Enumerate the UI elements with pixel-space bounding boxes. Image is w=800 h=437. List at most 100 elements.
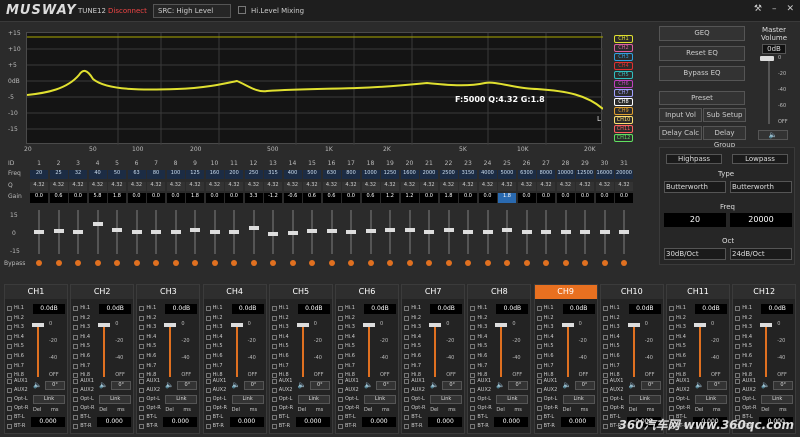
band-fader[interactable]: [326, 229, 337, 234]
band-bypass-toggle[interactable]: [406, 260, 413, 266]
input-checkbox[interactable]: [338, 373, 343, 379]
hp-oct-select[interactable]: 30dB/Oct: [664, 248, 726, 260]
channel-fader[interactable]: [164, 323, 177, 327]
link-button[interactable]: Link: [761, 395, 794, 404]
band-fader[interactable]: [248, 225, 259, 230]
band-fader[interactable]: [53, 229, 64, 234]
input-checkbox[interactable]: [536, 415, 542, 420]
input-checkbox[interactable]: [536, 344, 542, 350]
sub-setup-button[interactable]: Sub Setup: [703, 108, 746, 122]
input-checkbox[interactable]: [139, 406, 145, 411]
input-checkbox[interactable]: [602, 306, 608, 311]
delay-group-button[interactable]: Delay Group: [703, 126, 746, 149]
band-q[interactable]: 4.32: [166, 182, 185, 191]
band-gain[interactable]: 1.8: [108, 193, 126, 203]
input-checkbox[interactable]: [205, 306, 211, 311]
channel-gain-value[interactable]: 0.0dB: [297, 304, 330, 314]
band-bypass-toggle[interactable]: [172, 260, 179, 266]
master-volume-fader[interactable]: [760, 56, 774, 61]
input-checkbox[interactable]: [536, 306, 542, 311]
band-q[interactable]: 4.32: [88, 182, 107, 191]
band-freq[interactable]: 315: [264, 170, 282, 179]
band-gain[interactable]: 0.0: [342, 193, 360, 203]
input-checkbox[interactable]: [271, 415, 277, 420]
hp-type-select[interactable]: Butterworth: [664, 181, 726, 193]
channel-gain-value[interactable]: 0.0dB: [562, 304, 595, 314]
input-checkbox[interactable]: [602, 406, 608, 411]
input-checkbox[interactable]: [536, 424, 542, 429]
band-freq[interactable]: 40: [88, 170, 107, 179]
speaker-icon[interactable]: 🔈: [33, 381, 42, 389]
band-bypass-toggle[interactable]: [426, 260, 432, 266]
speaker-icon[interactable]: 🔈: [99, 381, 108, 389]
band-gain[interactable]: 0.0: [30, 193, 48, 203]
band-q[interactable]: 4.32: [30, 182, 48, 191]
legend-ch8[interactable]: CH8: [614, 98, 633, 106]
channel-gain-value[interactable]: 0.0dB: [99, 304, 132, 314]
input-checkbox[interactable]: [602, 325, 608, 331]
delay-value[interactable]: 0.000: [229, 417, 264, 427]
input-checkbox[interactable]: [602, 344, 608, 350]
band-freq[interactable]: 800: [342, 170, 360, 179]
input-checkbox[interactable]: [139, 424, 145, 429]
phase-button[interactable]: 0°: [309, 381, 330, 390]
input-checkbox[interactable]: [205, 334, 211, 340]
band-gain[interactable]: 0.6: [49, 193, 68, 203]
input-checkbox[interactable]: [73, 406, 79, 411]
legend-ch10[interactable]: CH10: [614, 116, 633, 124]
input-checkbox[interactable]: [470, 325, 476, 331]
input-checkbox[interactable]: [404, 315, 410, 321]
input-checkbox[interactable]: [536, 315, 542, 321]
band-bypass-toggle[interactable]: [348, 260, 354, 266]
input-checkbox[interactable]: [205, 379, 211, 384]
band-gain[interactable]: -0.6: [283, 193, 302, 203]
input-checkbox[interactable]: [404, 363, 410, 369]
input-checkbox[interactable]: [536, 334, 542, 340]
band-freq[interactable]: 5000: [498, 170, 516, 179]
delay-calc-button[interactable]: Delay Calc: [659, 126, 702, 140]
phase-button[interactable]: 0°: [177, 381, 198, 390]
band-bypass-toggle[interactable]: [562, 260, 569, 266]
phase-button[interactable]: 0°: [376, 381, 396, 390]
input-checkbox[interactable]: [338, 424, 343, 429]
input-checkbox[interactable]: [735, 379, 741, 384]
input-checkbox[interactable]: [735, 315, 741, 321]
source-select[interactable]: SRC: High Level: [153, 4, 231, 18]
input-checkbox[interactable]: [735, 344, 741, 350]
band-bypass-toggle[interactable]: [445, 260, 452, 266]
master-mute-button[interactable]: 🔈: [758, 130, 788, 140]
band-fader[interactable]: [209, 230, 220, 234]
input-checkbox[interactable]: [536, 363, 542, 369]
band-q[interactable]: 4.32: [69, 182, 87, 191]
input-checkbox[interactable]: [338, 344, 343, 350]
band-q[interactable]: 4.32: [49, 182, 68, 191]
band-freq[interactable]: 10000: [556, 170, 575, 179]
input-checkbox[interactable]: [205, 354, 211, 359]
input-checkbox[interactable]: [470, 306, 476, 311]
channel-gain-value[interactable]: 0.0dB: [628, 304, 661, 314]
input-checkbox[interactable]: [536, 354, 542, 359]
link-button[interactable]: Link: [297, 395, 330, 404]
band-freq[interactable]: 630: [322, 170, 341, 179]
band-gain[interactable]: 0.6: [322, 193, 341, 203]
speaker-icon[interactable]: 🔈: [364, 381, 373, 389]
input-checkbox[interactable]: [470, 415, 476, 420]
band-fader[interactable]: [346, 230, 356, 234]
link-button[interactable]: Link: [562, 395, 595, 404]
band-bypass-toggle[interactable]: [289, 260, 296, 266]
band-freq[interactable]: 32: [69, 170, 87, 179]
band-bypass-toggle[interactable]: [601, 260, 608, 266]
delay-value[interactable]: 0.000: [97, 417, 132, 427]
channel-tab-ch6[interactable]: CH6: [336, 285, 398, 299]
input-checkbox[interactable]: [205, 325, 211, 331]
input-checkbox[interactable]: [271, 388, 277, 393]
input-checkbox[interactable]: [271, 306, 277, 311]
band-gain[interactable]: 0.0: [595, 193, 614, 203]
band-fader[interactable]: [190, 227, 200, 232]
channel-tab-ch5[interactable]: CH5: [269, 285, 332, 299]
hp-freq-input[interactable]: 20: [664, 213, 726, 227]
input-checkbox[interactable]: [669, 388, 674, 393]
speaker-icon[interactable]: 🔈: [563, 381, 572, 389]
input-checkbox[interactable]: [404, 306, 410, 311]
band-freq[interactable]: 2500: [439, 170, 458, 179]
